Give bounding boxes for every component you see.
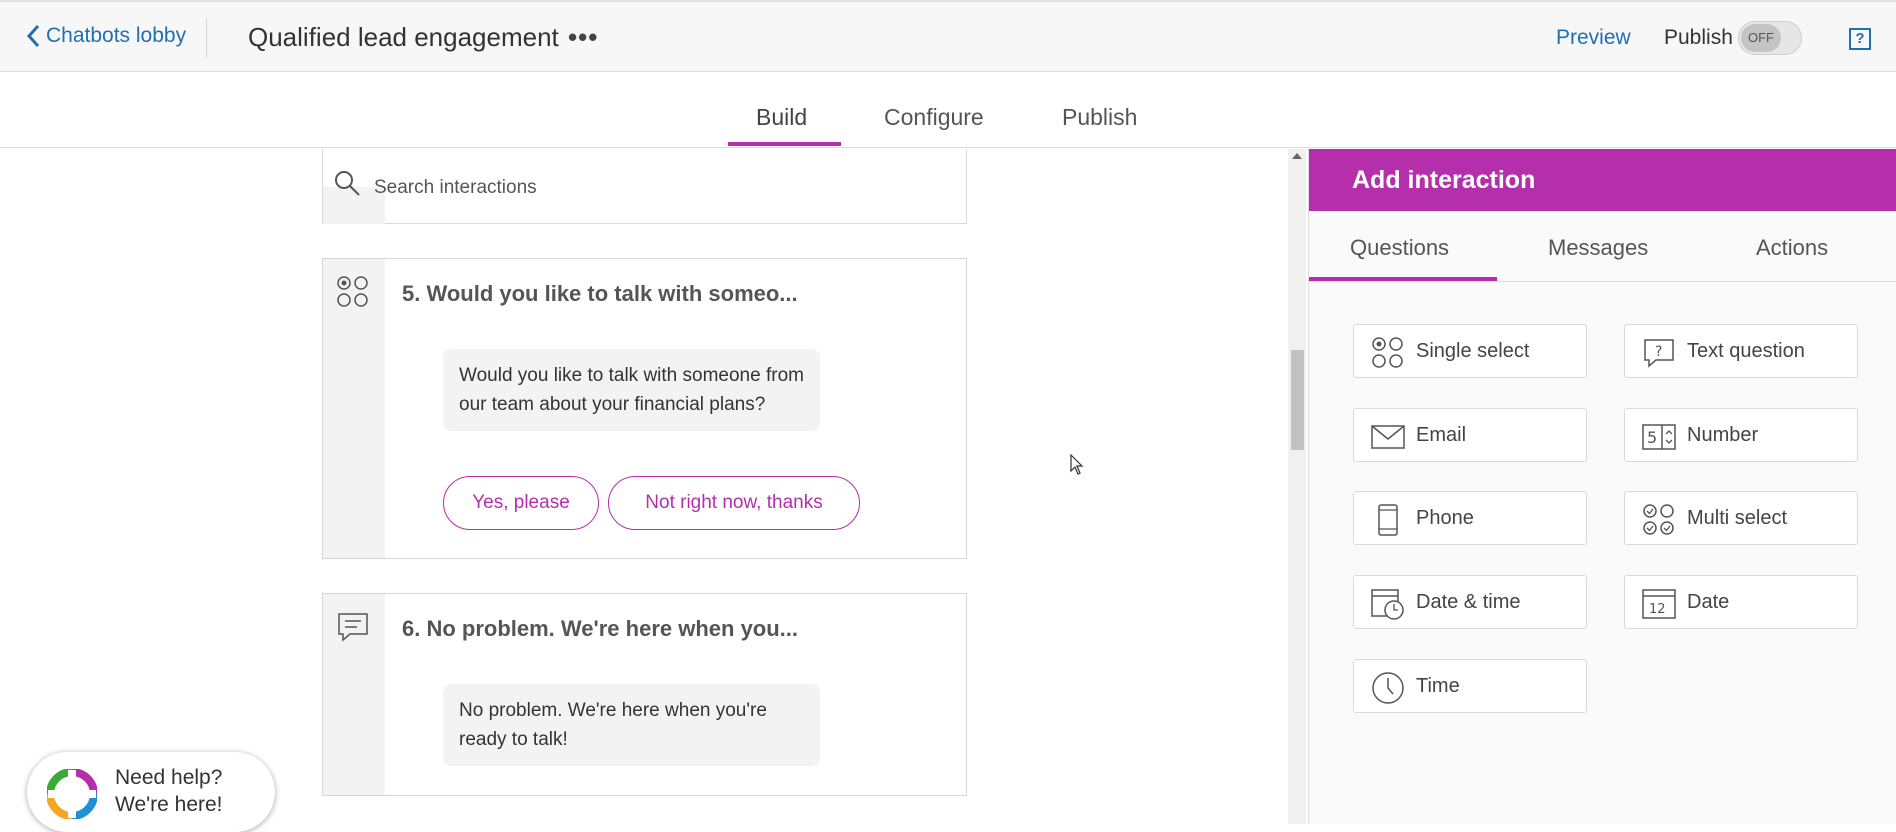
date-time-icon <box>1371 589 1404 620</box>
option-yes-please[interactable]: Yes, please <box>443 476 599 530</box>
back-link-label: Chatbots lobby <box>46 24 187 47</box>
help-logo-icon <box>47 769 97 819</box>
interaction-card[interactable]: 6. No problem. We're here when you... No… <box>322 593 967 796</box>
help-line-2: We're here! <box>115 793 223 816</box>
number-button[interactable]: 5 Number <box>1624 408 1858 462</box>
panel-header: Add interaction <box>1309 149 1896 211</box>
preview-link[interactable]: Preview <box>1556 26 1631 50</box>
canvas-scrollbar[interactable] <box>1288 149 1306 824</box>
search-icon <box>335 171 360 196</box>
panel-tabs: Questions Messages Actions <box>1309 211 1896 282</box>
chatbot-title: Qualified lead engagement <box>248 22 559 52</box>
number-icon: 5 <box>1642 424 1676 450</box>
phone-label: Phone <box>1416 507 1474 529</box>
multi-select-button[interactable]: Multi select <box>1624 491 1858 545</box>
tab-messages[interactable]: Messages <box>1548 235 1648 261</box>
multi-select-icon <box>1643 504 1674 535</box>
publish-toggle[interactable]: OFF <box>1738 21 1802 55</box>
card-rail <box>323 594 385 795</box>
time-button[interactable]: Time <box>1353 659 1587 713</box>
active-tab-indicator <box>1309 277 1497 281</box>
single-select-icon <box>337 276 368 307</box>
help-widget-text: Need help? We're here! <box>115 764 223 818</box>
tab-questions[interactable]: Questions <box>1350 235 1449 261</box>
svg-text:5: 5 <box>1647 428 1657 447</box>
single-select-icon <box>1372 337 1403 368</box>
phone-button[interactable]: Phone <box>1353 491 1587 545</box>
add-interaction-panel: Add interaction Questions Messages Actio… <box>1308 149 1896 824</box>
help-line-1: Need help? <box>115 766 223 789</box>
option-not-right-now[interactable]: Not right now, thanks <box>608 476 860 530</box>
main-tabs: Build Configure Publish <box>0 72 1896 148</box>
multi-select-label: Multi select <box>1687 507 1788 529</box>
search-bar[interactable]: Search interactions <box>322 149 967 224</box>
tab-configure[interactable]: Configure <box>884 104 984 131</box>
svg-text:12: 12 <box>1649 602 1666 617</box>
card-title: 5. Would you like to talk with someo... <box>402 281 798 306</box>
clock-icon <box>1372 672 1404 704</box>
divider <box>206 18 207 58</box>
email-icon <box>1371 425 1405 449</box>
card-rail <box>323 259 385 558</box>
card-title: 6. No problem. We're here when you... <box>402 616 799 641</box>
build-canvas: Search interactions 5. Would you like to… <box>0 149 1290 824</box>
mouse-cursor-icon <box>1070 454 1084 475</box>
search-input[interactable]: Search interactions <box>374 177 537 199</box>
message-bubble: Would you like to talk with someone from… <box>443 349 820 431</box>
number-label: Number <box>1687 424 1759 446</box>
panel-title: Add interaction <box>1352 166 1536 194</box>
date-label: Date <box>1687 591 1730 613</box>
message-icon <box>338 613 368 642</box>
scroll-up-icon[interactable] <box>1292 153 1302 159</box>
single-select-label: Single select <box>1416 340 1530 362</box>
tab-actions[interactable]: Actions <box>1756 235 1828 261</box>
calendar-icon: 12 <box>1642 589 1676 619</box>
top-bar: Chatbots lobby Qualified lead engagement… <box>0 0 1896 72</box>
tab-publish[interactable]: Publish <box>1062 104 1137 131</box>
svg-text:?: ? <box>1655 344 1662 360</box>
help-icon[interactable]: ? <box>1849 28 1871 50</box>
more-options-icon[interactable]: ••• <box>568 22 598 53</box>
interaction-card[interactable]: 5. Would you like to talk with someo... … <box>322 258 967 559</box>
message-bubble: No problem. We're here when you're ready… <box>443 684 820 766</box>
help-chat-widget[interactable]: Need help? We're here! <box>27 752 275 832</box>
text-question-icon: ? <box>1644 339 1674 368</box>
email-label: Email <box>1416 424 1467 446</box>
active-tab-indicator <box>728 142 841 146</box>
date-button[interactable]: 12 Date <box>1624 575 1858 629</box>
scrollbar-thumb[interactable] <box>1291 350 1304 450</box>
back-to-chatbots-lobby-link[interactable]: Chatbots lobby <box>26 24 186 48</box>
text-question-label: Text question <box>1687 340 1805 362</box>
single-select-button[interactable]: Single select <box>1353 324 1587 378</box>
date-time-label: Date & time <box>1416 591 1521 613</box>
email-button[interactable]: Email <box>1353 408 1587 462</box>
toggle-state: OFF <box>1741 24 1781 52</box>
publish-label: Publish <box>1664 26 1733 49</box>
date-time-button[interactable]: Date & time <box>1353 575 1587 629</box>
chevron-left-icon <box>26 24 40 48</box>
text-question-button[interactable]: ? Text question <box>1624 324 1858 378</box>
time-label: Time <box>1416 675 1460 697</box>
tab-build[interactable]: Build <box>756 104 807 131</box>
phone-icon <box>1378 504 1398 536</box>
